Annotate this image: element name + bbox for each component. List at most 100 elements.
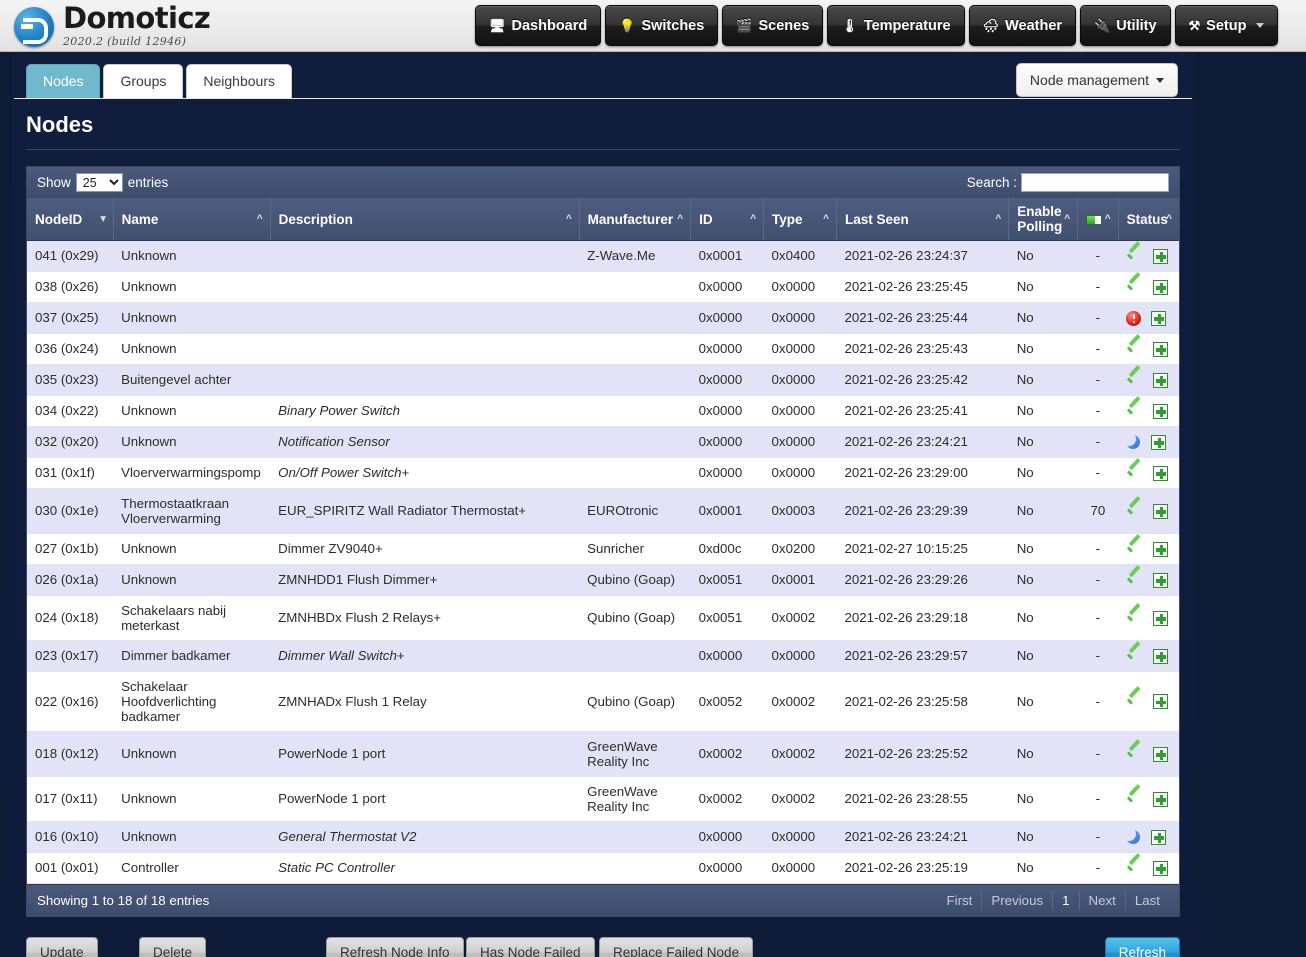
column-header-description[interactable]: Description ^ — [269, 198, 580, 241]
add-node-icon[interactable] — [1153, 572, 1169, 588]
pager-last[interactable]: Last — [1126, 891, 1169, 910]
column-header-name[interactable]: Name ^ — [112, 198, 271, 241]
add-node-icon[interactable] — [1153, 610, 1169, 626]
nav-temperature-button[interactable]: 🌡 Temperature — [827, 5, 965, 46]
tab-nodes[interactable]: Nodes — [26, 64, 101, 98]
table-row[interactable]: 030 (0x1e) Thermostaatkraan Vloerverwarmi… — [27, 488, 1179, 534]
nav-utility-button[interactable]: 🔌 Utility — [1080, 5, 1171, 46]
column-header-manufacturer[interactable]: Manufacturer ^ — [578, 198, 691, 241]
add-node-icon[interactable] — [1153, 279, 1169, 295]
add-node-icon[interactable] — [1153, 503, 1169, 519]
nav-setup-button[interactable]: ⚒ Setup — [1174, 5, 1279, 46]
nav-dashboard-button[interactable]: 🖥 Dashboard — [475, 5, 602, 46]
utility-icon: 🔌 — [1094, 18, 1111, 33]
add-node-icon[interactable] — [1153, 746, 1169, 762]
add-node-icon[interactable] — [1153, 694, 1169, 710]
sort-indicator-icon[interactable]: ^ — [1105, 214, 1111, 225]
nav-switches-button[interactable]: 💡 Switches — [605, 5, 719, 46]
table-row[interactable]: 038 (0x26) Unknown 0x0000 0x0000 2021-02-26 … — [27, 271, 1179, 303]
table-row[interactable]: 017 (0x11) Unknown PowerNode 1 port GreenWa… — [27, 776, 1179, 822]
add-node-icon[interactable] — [1153, 860, 1169, 876]
table-row[interactable]: 022 (0x16) Schakelaar Hoofdverlichting ba… — [27, 671, 1179, 732]
cell-manufacturer: Qubino (Goap) — [579, 595, 691, 641]
cell-name: Unknown — [113, 395, 271, 427]
cell-enable-polling: No — [1008, 302, 1078, 334]
sort-indicator-icon[interactable]: ^ — [750, 214, 756, 225]
cell-manufacturer: Z-Wave.Me — [579, 240, 691, 272]
cell-nodeid: 035 (0x23) — [27, 364, 114, 396]
cell-type: 0x0000 — [763, 821, 837, 853]
add-node-icon[interactable] — [1153, 372, 1169, 388]
column-header-type[interactable]: Type ^ — [763, 198, 837, 241]
add-node-icon[interactable] — [1153, 403, 1169, 419]
sort-indicator-icon[interactable]: ▾ — [101, 214, 106, 225]
add-node-icon[interactable] — [1151, 310, 1167, 326]
replace-failed-node-button[interactable]: Replace Failed Node — [599, 936, 754, 957]
main-navigation: 🖥 Dashboard 💡 Switches 🎬 Scenes 🌡 Temperature 🌧 W… — [475, 5, 1279, 46]
column-header-status[interactable]: Status ^ — [1117, 198, 1179, 241]
table-row[interactable]: 023 (0x17) Dimmer badkamer Dimmer Wall Swi… — [27, 640, 1179, 672]
refresh-node-info-button[interactable]: Refresh Node Info — [326, 936, 464, 957]
sort-indicator-icon[interactable]: ^ — [566, 214, 572, 225]
battery-icon — [1086, 214, 1103, 225]
table-row[interactable]: 001 (0x01) Controller Static PC Controller… — [27, 852, 1179, 884]
table-row[interactable]: 031 (0x1f) Vloerverwarmingspomp On/Off Pow… — [27, 457, 1179, 489]
table-row[interactable]: 027 (0x1b) Unknown Dimmer ZV9040+ Sunricher… — [27, 533, 1179, 565]
sort-indicator-icon[interactable]: ^ — [1166, 214, 1172, 225]
update-button[interactable]: Update — [26, 936, 98, 957]
search-input[interactable] — [1021, 173, 1169, 192]
node-management-dropdown[interactable]: Node management — [1015, 63, 1178, 97]
column-header-battery[interactable]: ^ — [1077, 198, 1119, 241]
table-row[interactable]: 018 (0x12) Unknown PowerNode 1 port GreenWa… — [27, 731, 1179, 777]
tab-groups[interactable]: Groups — [103, 64, 184, 98]
delete-button[interactable]: Delete — [139, 936, 207, 957]
table-row[interactable]: 036 (0x24) Unknown 0x0000 0x0000 2021-02-26 … — [27, 333, 1179, 365]
sort-indicator-icon[interactable]: ^ — [257, 214, 263, 225]
pager-next[interactable]: Next — [1080, 890, 1126, 910]
sort-indicator-icon[interactable]: ^ — [677, 214, 683, 225]
add-node-icon[interactable] — [1153, 791, 1169, 807]
refresh-button[interactable]: Refresh — [1104, 936, 1180, 957]
page-size-select[interactable]: 102550100 — [75, 173, 123, 192]
pager-1[interactable]: 1 — [1053, 890, 1080, 910]
nav-weather-button[interactable]: 🌧 Weather — [968, 5, 1077, 46]
column-header-id[interactable]: ID ^ — [690, 198, 764, 241]
nav-scenes-button[interactable]: 🎬 Scenes — [722, 5, 824, 46]
table-row[interactable]: 016 (0x10) Unknown General Thermostat V2 0x… — [27, 821, 1179, 853]
cell-manufacturer — [579, 364, 691, 396]
sort-indicator-icon[interactable]: ^ — [1064, 214, 1070, 225]
add-node-icon[interactable] — [1153, 648, 1169, 664]
table-row[interactable]: 026 (0x1a) Unknown ZMNHDD1 Flush Dimmer+ Qu… — [27, 564, 1179, 596]
table-row[interactable]: 037 (0x25) Unknown 0x0000 0x0000 2021-02-26 … — [27, 302, 1179, 334]
table-row[interactable]: 035 (0x23) Buitengevel achter 0x0000 0x0000… — [27, 364, 1179, 396]
add-node-icon[interactable] — [1153, 465, 1169, 481]
add-node-icon[interactable] — [1151, 829, 1167, 845]
table-row[interactable]: 041 (0x29) Unknown Z-Wave.Me 0x0001 0x0400 20… — [27, 240, 1179, 272]
add-node-icon[interactable] — [1153, 248, 1169, 264]
sort-indicator-icon[interactable]: ^ — [823, 214, 829, 225]
pager-previous[interactable]: Previous — [982, 890, 1054, 910]
add-node-icon[interactable] — [1151, 434, 1167, 450]
tab-neighbours[interactable]: Neighbours — [186, 64, 292, 98]
cell-manufacturer — [579, 426, 691, 458]
column-header-last-seen[interactable]: Last Seen ^ — [835, 198, 1009, 241]
cell-battery: - — [1077, 302, 1119, 334]
cell-status — [1118, 426, 1179, 458]
cell-manufacturer: GreenWave Reality Inc — [579, 731, 691, 777]
page-body: Node management Nodes Groups Neighbours No… — [0, 52, 1306, 957]
table-row[interactable]: 034 (0x22) Unknown Binary Power Switch 0x00… — [27, 395, 1179, 427]
pager-first[interactable]: First — [938, 890, 983, 910]
has-node-failed-button[interactable]: Has Node Failed — [466, 936, 595, 957]
add-node-icon[interactable] — [1153, 341, 1169, 357]
nodes-table: NodeID ▾ Name ^ Description ^ Manufacturer ^ ID ^… — [27, 198, 1179, 884]
sort-indicator-icon[interactable]: ^ — [995, 214, 1001, 225]
table-row[interactable]: 032 (0x20) Unknown Notification Sensor 0x00… — [27, 426, 1179, 458]
column-header-enable-polling[interactable]: Enable Polling ^ — [1008, 198, 1078, 241]
table-row[interactable]: 024 (0x18) Schakelaars nabij meterkast ZMN… — [27, 595, 1179, 641]
cell-last-seen: 2021-02-26 23:25:43 — [836, 333, 1009, 365]
column-header-label: Type — [772, 211, 803, 227]
add-node-icon[interactable] — [1153, 541, 1169, 557]
cell-enable-polling: No — [1008, 595, 1078, 641]
cell-nodeid: 037 (0x25) — [27, 302, 114, 334]
column-header-nodeid[interactable]: NodeID ▾ — [27, 198, 114, 241]
